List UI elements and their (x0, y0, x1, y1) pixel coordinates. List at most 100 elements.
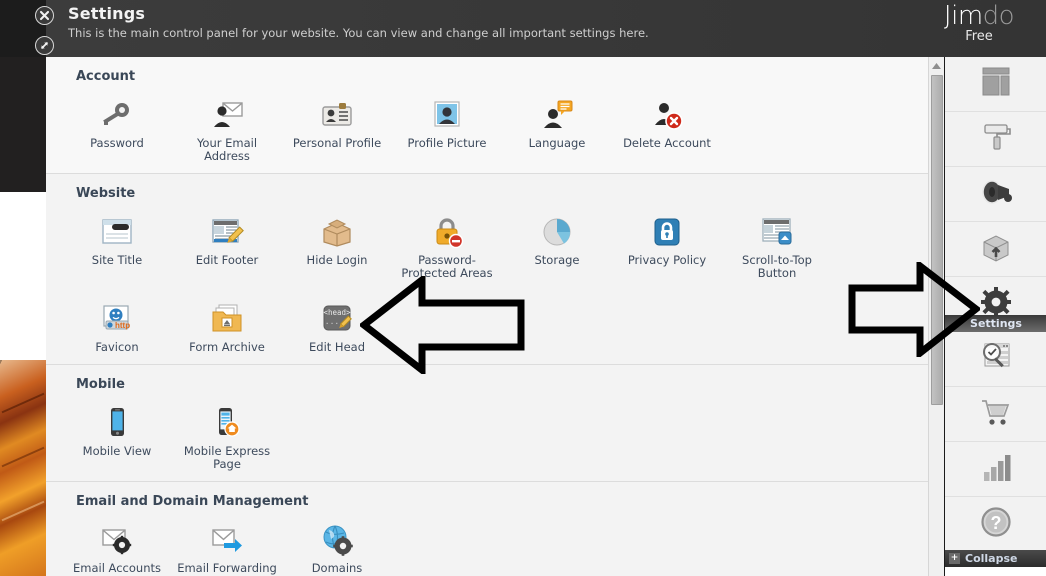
tile-email-accounts[interactable]: Email Accounts (62, 511, 172, 576)
scroll-up-arrow-icon[interactable] (929, 59, 944, 72)
tile-scroll-to-top-button[interactable]: Scroll-to-Top Button (722, 203, 832, 290)
settings-panel: Account Password Your Email Address Persona… (46, 57, 944, 576)
tile-label: Storage (534, 253, 580, 267)
scrollbar-thumb[interactable] (931, 75, 943, 405)
tile-profile-picture[interactable]: Profile Picture (392, 86, 502, 173)
tile-row: Password Your Email Address Personal Profi… (46, 86, 944, 173)
envelope-person-icon (174, 92, 280, 132)
tile-label: Password-Protected Areas (401, 253, 493, 280)
megaphone-icon (977, 175, 1015, 213)
tile-label: Privacy Policy (627, 253, 707, 267)
sidebar-item-design[interactable] (945, 112, 1046, 167)
tile-password[interactable]: Password (62, 86, 172, 173)
tile-label: Edit Head (309, 340, 365, 354)
tile-hide-login[interactable]: Hide Login (282, 203, 392, 290)
sidebar-item-packages[interactable] (945, 222, 1046, 277)
tile-label: Email Accounts (73, 561, 161, 575)
collapse-button[interactable]: + Collapse (945, 550, 1046, 567)
tile-label: Domains (311, 561, 363, 575)
blue-padlock-icon (614, 209, 720, 249)
tile-edit-footer[interactable]: Edit Footer (172, 203, 282, 290)
envelope-arrow-icon (174, 517, 280, 557)
person-delete-icon (614, 92, 720, 132)
sidebar-item-layout[interactable] (945, 57, 1046, 112)
site-hero-photo (0, 360, 46, 576)
sidebar-item-seo[interactable] (945, 332, 1046, 387)
collapse-plus-icon: + (949, 553, 960, 564)
tile-domains[interactable]: Domains (282, 511, 392, 576)
smartphone-icon (64, 400, 170, 440)
tile-label: Profile Picture (407, 136, 487, 150)
tile-favicon[interactable]: http Favicon (62, 290, 172, 364)
resize-icon[interactable] (35, 36, 54, 55)
tile-label: Mobile Express Page (183, 444, 271, 471)
tile-label: Language (528, 136, 586, 150)
sidebar-bottom-fill (945, 567, 1046, 576)
bar-chart-icon (978, 450, 1014, 488)
tile-email-forwarding[interactable]: Email Forwarding (172, 511, 282, 576)
favicon-http-icon: http (64, 296, 170, 336)
sidebar-item-statistics[interactable] (945, 442, 1046, 497)
browser-title-icon (64, 209, 170, 249)
tile-delete-account[interactable]: Delete Account (612, 86, 722, 173)
tile-label: Edit Footer (195, 253, 259, 267)
settings-screen: . Y Settings This is the main control pa… (0, 0, 1046, 576)
tile-label: Email Forwarding (177, 561, 277, 575)
svg-text:...: ... (325, 317, 339, 326)
tile-label: Site Title (91, 253, 143, 267)
globe-gear-icon (284, 517, 390, 557)
layout-template-icon (978, 65, 1014, 103)
tile-personal-profile[interactable]: Personal Profile (282, 86, 392, 173)
smartphone-home-icon (174, 400, 280, 440)
brand-prefix: Jim (943, 1, 983, 31)
tile-edit-head[interactable]: <head>... Edit Head (282, 290, 392, 364)
tile-row: http Favicon Form Archive <head>... Edit Hea… (46, 290, 944, 364)
collapse-label: Collapse (965, 552, 1018, 565)
tile-row: Site Title Edit Footer Hide Login Password-… (46, 203, 944, 290)
tile-password-protected-areas[interactable]: Password-Protected Areas (392, 203, 502, 290)
page-up-arrow-icon (724, 209, 830, 249)
section-title: Mobile (76, 377, 125, 392)
tile-mobile-view[interactable]: Mobile View (62, 394, 172, 481)
magnifier-page-icon (978, 340, 1014, 378)
sidebar-active-caption: Settings (945, 315, 1046, 332)
tile-label: Form Archive (189, 340, 265, 354)
sidebar-item-help[interactable]: ? (945, 497, 1046, 552)
settings-sections: Account Password Your Email Address Persona… (46, 57, 944, 576)
tile-mobile-express-page[interactable]: Mobile Express Page (172, 394, 282, 481)
main-sidebar: Settings? + Collapse (944, 57, 1046, 576)
tile-your-email-address[interactable]: Your Email Address (172, 86, 282, 173)
section-title: Email and Domain Management (76, 494, 309, 509)
sidebar-item-blog[interactable] (945, 167, 1046, 222)
close-icon[interactable] (35, 6, 54, 25)
shopping-cart-icon (978, 395, 1014, 433)
tile-row: Mobile View Mobile Express Page (46, 394, 944, 481)
tile-form-archive[interactable]: Form Archive (172, 290, 282, 364)
envelope-gear-icon (64, 517, 170, 557)
tile-language[interactable]: Language (502, 86, 612, 173)
page-pencil-icon (174, 209, 280, 249)
svg-text:http: http (115, 321, 130, 330)
tile-site-title[interactable]: Site Title (62, 203, 172, 290)
folder-archive-icon (174, 296, 280, 336)
tile-label: Mobile View (82, 444, 152, 458)
tile-row: Email Accounts Email Forwarding Domains (46, 511, 944, 576)
svg-text:<head>: <head> (323, 308, 351, 317)
tile-storage[interactable]: Storage (502, 203, 612, 290)
key-icon (64, 92, 170, 132)
tile-privacy-policy[interactable]: Privacy Policy (612, 203, 722, 290)
panel-scrollbar[interactable] (928, 57, 944, 576)
page-subtitle: This is the main control panel for your … (68, 26, 649, 40)
tile-label: Delete Account (623, 136, 711, 150)
section-title: Account (76, 69, 136, 84)
sidebar-item-shop[interactable] (945, 387, 1046, 442)
pie-chart-icon (504, 209, 610, 249)
site-content-area: . Y (0, 192, 46, 527)
tile-label: Favicon (95, 340, 139, 354)
jimdo-logo[interactable]: Jimdo Free (924, 2, 1034, 44)
brand-suffix: do (982, 1, 1015, 31)
section-account: Account Password Your Email Address Persona… (46, 57, 944, 174)
person-speech-bubble-icon (504, 92, 610, 132)
sidebar-item-settings[interactable]: Settings (945, 277, 1046, 332)
tile-label: Personal Profile (292, 136, 382, 150)
